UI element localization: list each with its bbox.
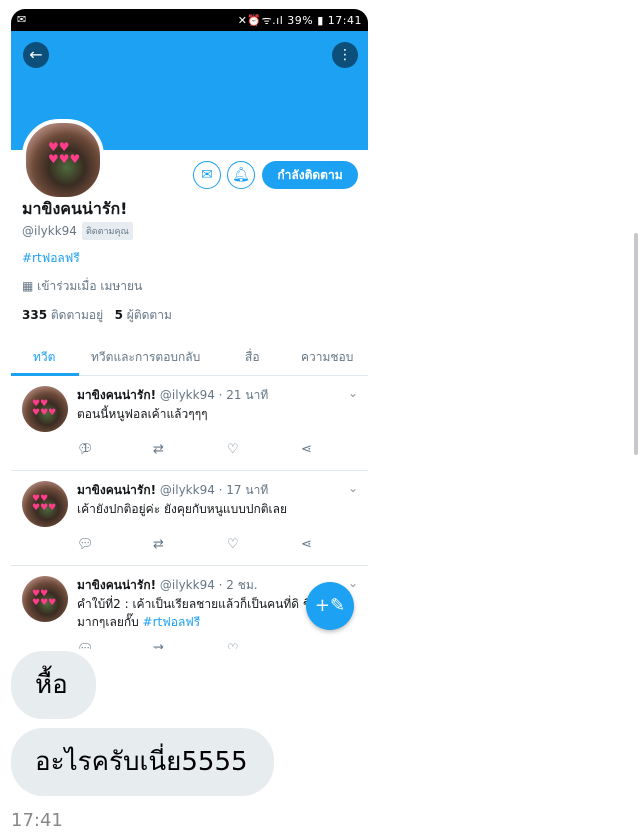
mail-icon: ✉ [17, 13, 27, 26]
chevron-down-icon[interactable]: ⌄ [348, 481, 358, 495]
chevron-down-icon[interactable]: ⌄ [348, 386, 358, 400]
status-signals: ✕⏰ᯤ.ıl [237, 14, 284, 27]
heart-icon: ♡ [227, 642, 239, 649]
reply-icon: 💬︎ [77, 642, 94, 649]
following-link[interactable]: 335 ติดตามอยู่ [22, 308, 103, 322]
compose-tweet-button[interactable]: +✎ [306, 582, 354, 630]
tweet-author: มาขิงคนน่ารัก! [77, 483, 157, 497]
tweet-header: มาขิงคนน่ารัก! @ilykk94 · 2 ชม. [77, 576, 258, 595]
joined-text: เข้าร่วมเมื่อ เมษายน [37, 279, 143, 293]
reply-count: 1 [82, 442, 89, 455]
profile-avatar[interactable]: ♥♥ ♥♥♥ [22, 119, 104, 201]
more-vertical-icon: ⋮ [338, 47, 352, 63]
followers-link[interactable]: 5 ผู้ติดตาม [115, 308, 172, 322]
tweet-author: มาขิงคนน่ารัก! [77, 578, 157, 592]
retweet-icon: ⇄ [153, 442, 164, 457]
reply-icon: 💬︎ [77, 537, 94, 552]
envelope-icon: ✉ [201, 167, 213, 183]
status-time: 17:41 [327, 14, 362, 27]
heart-decoration: ♥♥ ♥♥♥ [48, 140, 81, 166]
joined-date: ▦ เข้าร่วมเมื่อ เมษายน [22, 277, 142, 296]
battery-level: 39% [287, 14, 314, 27]
calendar-icon: ▦ [22, 279, 34, 293]
message-timestamp: 17:41 [11, 810, 63, 831]
heart-decoration: ♥♥ ♥♥♥ [32, 494, 57, 513]
tab-tweets-replies[interactable]: ทวีตและการตอบกลับ [91, 348, 200, 367]
back-button[interactable]: ← [23, 42, 49, 68]
followers-count: 5 [114, 308, 123, 322]
tweet-header: มาขิงคนน่ารัก! @ilykk94 · 21 นาที [77, 386, 268, 405]
heart-decoration: ♥♥ ♥♥♥ [32, 399, 57, 418]
retweet-icon: ⇄ [153, 537, 164, 552]
tweet-hashtag[interactable]: #rtฟอลฟรี [143, 615, 201, 629]
handle-text: @ilykk94 [22, 224, 77, 238]
profile-tabs: ทวีต ทวีตและการตอบกลับ สื่อ ความชอบ [11, 337, 368, 376]
bio-hashtag[interactable]: #rtฟอลฟรี [22, 249, 80, 268]
screenshot-phone: ✉ ✕⏰ᯤ.ıl 39% ▮ 17:41 ← ⋮ ♥♥ ♥♥♥ ✉ 🔔︎ กำลั… [11, 9, 368, 649]
notify-button[interactable]: 🔔︎ [227, 161, 255, 189]
bell-plus-icon: 🔔︎ [232, 167, 250, 183]
heart-decoration: ♥♥ ♥♥♥ [32, 589, 57, 608]
share-icon: ⋖ [301, 442, 312, 457]
follows-you-badge: ติดตามคุณ [81, 222, 133, 240]
more-button[interactable]: ⋮ [332, 42, 358, 68]
chat-message: หื้อ [11, 651, 96, 719]
tweet-item[interactable]: ♥♥ ♥♥♥ มาขิงคนน่ารัก! @ilykk94 · 21 นาที … [11, 376, 368, 471]
tab-tweets[interactable]: ทวีต [33, 348, 55, 367]
status-right: ✕⏰ᯤ.ıl 39% ▮ 17:41 [237, 14, 362, 27]
status-bar: ✉ ✕⏰ᯤ.ıl 39% ▮ 17:41 [11, 9, 368, 31]
tweet-avatar[interactable]: ♥♥ ♥♥♥ [22, 481, 68, 527]
tweet-text: ตอนนี้หนูฟอลเค้าแล้วๆๆๆ [77, 407, 208, 421]
profile-handle: @ilykk94 ติดตามคุณ [22, 222, 133, 240]
chevron-down-icon[interactable]: ⌄ [348, 576, 358, 590]
heart-icon: ♡ [227, 442, 239, 457]
profile-name: มาขิงคนน่ารัก! [22, 199, 128, 218]
heart-icon: ♡ [227, 537, 239, 552]
chat-message: อะไรครับเนี่ย5555 [11, 728, 274, 796]
tab-media[interactable]: สื่อ [245, 348, 260, 367]
tweet-author: มาขิงคนน่ารัก! [77, 388, 157, 402]
tweet-item[interactable]: ♥♥ ♥♥♥ มาขิงคนน่ารัก! @ilykk94 · 17 นาที … [11, 471, 368, 566]
share-icon: ⋖ [301, 537, 312, 552]
tweet-meta: @ilykk94 · 21 นาที [159, 388, 269, 402]
tweet-avatar[interactable]: ♥♥ ♥♥♥ [22, 386, 68, 432]
follow-counts: 335 ติดตามอยู่ 5 ผู้ติดตาม [22, 306, 172, 325]
message-button[interactable]: ✉ [193, 161, 221, 189]
tweet-header: มาขิงคนน่ารัก! @ilykk94 · 17 นาที [77, 481, 268, 500]
tab-likes[interactable]: ความชอบ [301, 348, 353, 367]
retweet-icon: ⇄ [153, 642, 164, 649]
tweet-meta: @ilykk94 · 17 นาที [159, 483, 269, 497]
feather-plus-icon: +✎ [314, 595, 346, 616]
page-scrollbar[interactable] [634, 233, 638, 455]
tweet-text: เค้ายังปกติอยู่ค่ะ ยังคุยกับหนูแบบปกติเล… [77, 502, 288, 516]
following-button[interactable]: กำลังติดตาม [262, 161, 358, 189]
tweet-avatar[interactable]: ♥♥ ♥♥♥ [22, 576, 68, 622]
tweet-meta: @ilykk94 · 2 ชม. [159, 578, 258, 592]
following-label: ติดตามอยู่ [50, 308, 104, 322]
following-count: 335 [22, 308, 48, 322]
arrow-left-icon: ← [29, 45, 43, 64]
followers-label: ผู้ติดตาม [126, 308, 172, 322]
